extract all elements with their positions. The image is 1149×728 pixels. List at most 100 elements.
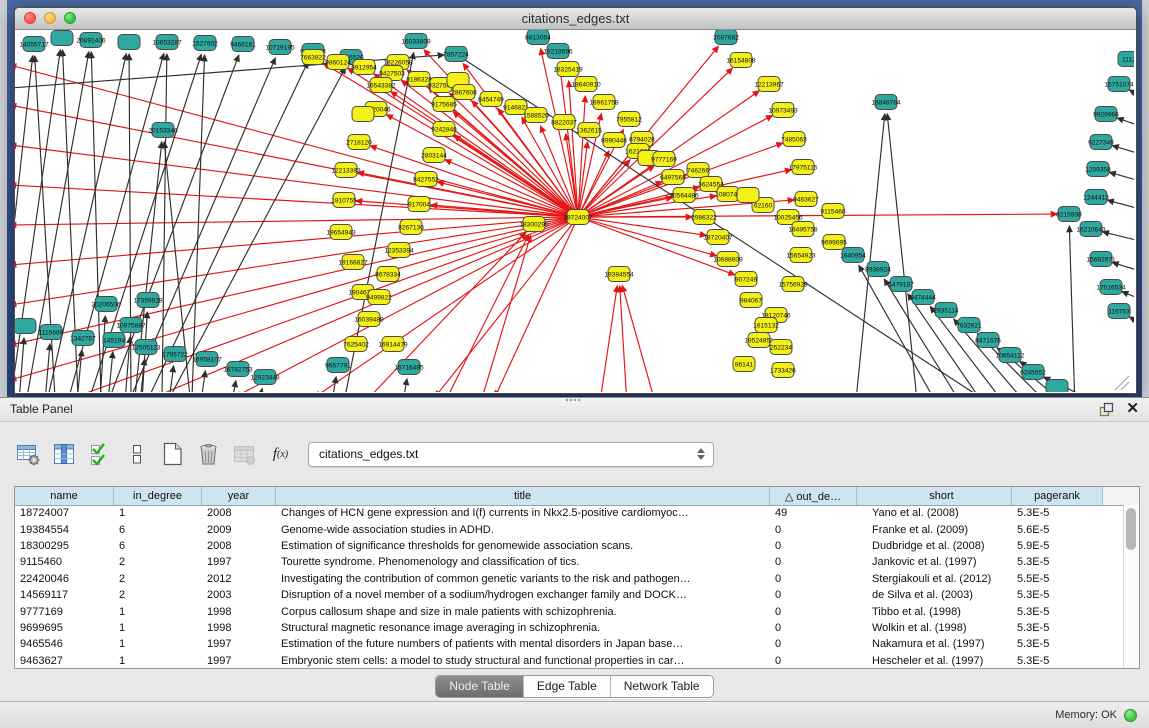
table-cell[interactable]: Estimation of the future numbers of pati…	[276, 638, 770, 650]
resize-grip-icon[interactable]	[1115, 376, 1129, 390]
table-row[interactable]: 2242004622012Investigating the contribut…	[15, 571, 1124, 587]
network-graph-canvas[interactable]: 1872400714055717208914061065328715276029…	[15, 30, 1136, 393]
table-cell[interactable]: Changes of HCN gene expression and I(f) …	[276, 507, 770, 519]
table-row[interactable]: 946554611997Estimation of the future num…	[15, 636, 1124, 652]
table-cell[interactable]: 18724007	[15, 507, 114, 519]
delete-trash-icon[interactable]	[196, 442, 221, 467]
table-cell[interactable]: 1	[114, 606, 202, 618]
graph-edge[interactable]	[259, 389, 262, 392]
graph-edge[interactable]	[155, 217, 578, 392]
minimize-window-icon[interactable]	[44, 12, 56, 24]
graph-node[interactable]	[1046, 380, 1068, 393]
table-cell[interactable]: 1997	[202, 638, 276, 650]
scrollbar-thumb[interactable]	[1126, 508, 1136, 550]
table-cell[interactable]: Tourette syndrome. Phenomenology and cla…	[276, 556, 770, 568]
select-columns-icon[interactable]	[88, 442, 113, 467]
table-cell[interactable]: 1	[114, 655, 202, 667]
table-row[interactable]: 1872400712008Changes of HCN gene express…	[15, 505, 1124, 521]
table-row[interactable]: 977716911998Corpus callosum shape and si…	[15, 603, 1124, 619]
graph-edge[interactable]	[435, 217, 578, 392]
graph-edge[interactable]	[620, 286, 627, 392]
table-cell[interactable]: Yano et al. (2008)	[857, 507, 1012, 519]
table-cell[interactable]: 5.5E-5	[1012, 573, 1103, 585]
table-vertical-scrollbar[interactable]	[1123, 505, 1139, 668]
panel-drag-handle[interactable]	[566, 399, 580, 406]
table-cell[interactable]: de Silva et al. (2003)	[857, 589, 1012, 601]
table-cell[interactable]: 22420046	[15, 573, 114, 585]
table-cell[interactable]: 6	[114, 524, 202, 536]
table-cell[interactable]: 0	[770, 606, 857, 618]
graph-edge[interactable]	[45, 344, 50, 392]
network-view-window[interactable]: citations_edges.txt 18724007140557172089…	[14, 7, 1137, 394]
graph-edge[interactable]	[1122, 292, 1134, 299]
column-header-in-degree[interactable]: in_degree	[114, 487, 202, 505]
graph-edge[interactable]	[578, 217, 706, 235]
graph-edge[interactable]	[15, 185, 578, 217]
table-cell[interactable]: 0	[770, 573, 857, 585]
graph-edge[interactable]	[622, 286, 655, 392]
table-cell[interactable]: 2012	[202, 573, 276, 585]
column-header-name[interactable]: name	[15, 487, 114, 505]
table-row[interactable]: 1938455462009Genome-wide association stu…	[15, 521, 1124, 537]
table-cell[interactable]: 1	[114, 638, 202, 650]
table-cell[interactable]: 2003	[202, 589, 276, 601]
table-panel-header[interactable]: Table Panel ✕	[0, 398, 1149, 422]
graph-edge[interactable]	[125, 337, 130, 392]
table-cell[interactable]: Structural magnetic resonance image aver…	[276, 622, 770, 634]
table-cell[interactable]: 2	[114, 556, 202, 568]
table-cell[interactable]: Embryonic stem cells: a model to study s…	[276, 655, 770, 667]
table-cell[interactable]: 0	[770, 556, 857, 568]
table-cell[interactable]: 0	[770, 622, 857, 634]
citation-network-graph[interactable]: 1872400714055717208914061065328715276029…	[15, 30, 1134, 392]
table-row[interactable]: 969969511998Structural magnetic resonanc…	[15, 620, 1124, 636]
table-cell[interactable]: 5.6E-5	[1012, 524, 1103, 536]
graph-node[interactable]	[51, 31, 73, 46]
graph-edge[interactable]	[1129, 90, 1134, 96]
table-cell[interactable]: 2009	[202, 524, 276, 536]
table-cell[interactable]: Investigating the contribution of common…	[276, 573, 770, 585]
graph-edge[interactable]	[1112, 263, 1134, 271]
table-cell[interactable]: 5.3E-5	[1012, 507, 1103, 519]
split-rows-icon[interactable]	[124, 442, 149, 467]
graph-edge[interactable]	[1117, 118, 1134, 126]
graph-edge[interactable]	[600, 286, 617, 392]
new-document-icon[interactable]	[160, 442, 185, 467]
table-cell[interactable]: 14569117	[15, 589, 114, 601]
graph-edge[interactable]	[480, 235, 531, 392]
column-header-out-degree-sorted[interactable]: △ out_de…	[770, 487, 857, 505]
float-panel-icon[interactable]	[1099, 402, 1114, 417]
close-window-icon[interactable]	[24, 12, 36, 24]
table-cell[interactable]: 18300295	[15, 540, 114, 552]
table-cell[interactable]: 1997	[202, 655, 276, 667]
graph-edge[interactable]	[887, 114, 918, 392]
graph-edge[interactable]	[315, 217, 578, 392]
table-row[interactable]: 911546021997Tourette syndrome. Phenomeno…	[15, 554, 1124, 570]
table-cell[interactable]: Genome-wide association studies in ADHD.	[276, 524, 770, 536]
table-cell[interactable]: 19384554	[15, 524, 114, 536]
modify-table-icon[interactable]	[16, 442, 41, 467]
table-cell[interactable]: 0	[770, 524, 857, 536]
table-cell[interactable]: 9699695	[15, 622, 114, 634]
tab-network-table[interactable]: Network Table	[610, 676, 713, 697]
table-cell[interactable]: Estimation of significance thresholds fo…	[276, 540, 770, 552]
table-cell[interactable]: 9115460	[15, 556, 114, 568]
graph-edge[interactable]	[403, 379, 407, 392]
graph-edge[interactable]	[15, 65, 578, 217]
table-cell[interactable]: 2	[114, 589, 202, 601]
show-columns-icon[interactable]	[52, 442, 77, 467]
graph-edge[interactable]	[169, 366, 174, 392]
graph-edge[interactable]	[170, 68, 345, 392]
table-cell[interactable]: 5.9E-5	[1012, 540, 1103, 552]
table-cell[interactable]: 2008	[202, 507, 276, 519]
network-window-titlebar[interactable]: citations_edges.txt	[15, 8, 1136, 30]
column-header-pagerank[interactable]: pagerank	[1012, 487, 1103, 505]
table-cell[interactable]: 1	[114, 507, 202, 519]
graph-edge[interactable]	[232, 381, 236, 392]
table-source-combobox[interactable]: citations_edges.txt	[308, 442, 714, 467]
graph-edge[interactable]	[201, 371, 205, 392]
graph-edge[interactable]	[1112, 146, 1134, 154]
graph-node[interactable]	[15, 319, 36, 334]
table-cell[interactable]: Wolkin et al. (1998)	[857, 622, 1012, 634]
table-cell[interactable]: 2	[114, 573, 202, 585]
function-builder-icon[interactable]: f(x)	[268, 442, 293, 467]
